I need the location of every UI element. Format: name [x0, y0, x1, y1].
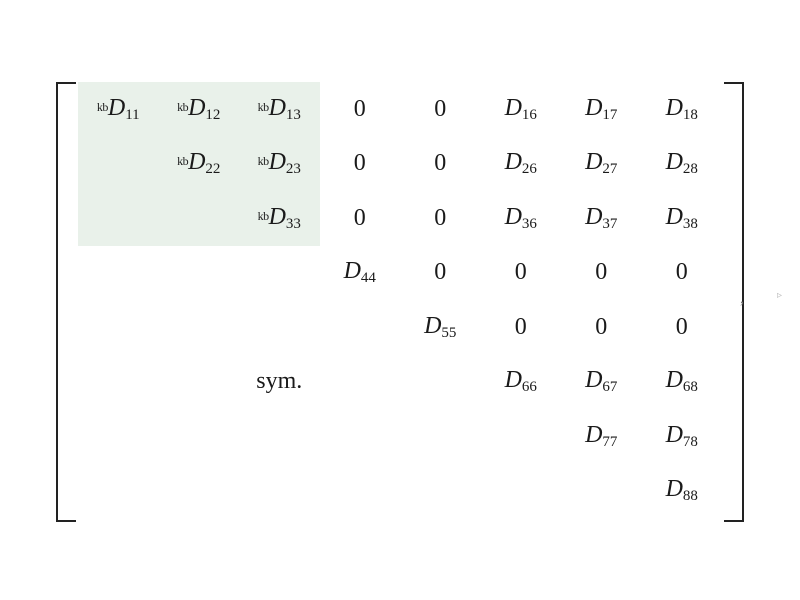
matrix-row: D440000: [78, 246, 722, 301]
matrix-grid: kbD11kbD12kbD1300D16D17D18kbD22kbD2300D2…: [78, 82, 722, 518]
matrix-cell: [400, 355, 481, 410]
matrix-row: D88: [78, 464, 722, 519]
matrix-cell: [78, 355, 159, 410]
matrix-cell: 0: [320, 137, 401, 192]
matrix-cell: D77: [561, 409, 642, 464]
caret-icon: ▹: [777, 290, 782, 301]
matrix-cell: [159, 409, 240, 464]
matrix-cell: D26: [481, 137, 562, 192]
matrix-cell: D27: [561, 137, 642, 192]
matrix-cell: D16: [481, 82, 562, 137]
matrix-cell: D38: [642, 191, 723, 246]
matrix-cell: [320, 409, 401, 464]
matrix-container: kbD11kbD12kbD1300D16D17D18kbD22kbD2300D2…: [78, 82, 722, 518]
matrix-cell: [159, 246, 240, 301]
matrix-cell: [159, 355, 240, 410]
matrix-cell: 0: [400, 137, 481, 192]
matrix-cell: sym.: [239, 355, 320, 410]
matrix-cell: [239, 409, 320, 464]
matrix-row: kbD11kbD12kbD1300D16D17D18: [78, 82, 722, 137]
matrix-cell: D67: [561, 355, 642, 410]
matrix-cell: kbD33: [239, 191, 320, 246]
matrix-cell: [78, 409, 159, 464]
matrix-cell: [239, 246, 320, 301]
left-bracket-icon: [56, 82, 76, 522]
matrix-cell: 0: [642, 246, 723, 301]
matrix-cell: [239, 300, 320, 355]
matrix-cell: D17: [561, 82, 642, 137]
matrix-row: kbD3300D36D37D38: [78, 191, 722, 246]
matrix-cell: 0: [400, 82, 481, 137]
matrix-row: kbD22kbD2300D26D27D28: [78, 137, 722, 192]
matrix-cell: [561, 464, 642, 519]
matrix-cell: D28: [642, 137, 723, 192]
matrix-cell: D18: [642, 82, 723, 137]
matrix-cell: 0: [561, 246, 642, 301]
matrix-row: sym. D66D67D68: [78, 355, 722, 410]
matrix-cell: [159, 300, 240, 355]
matrix-cell: D36: [481, 191, 562, 246]
matrix-cell: D88: [642, 464, 723, 519]
matrix-cell: [78, 300, 159, 355]
matrix-cell: [400, 464, 481, 519]
matrix-cell: 0: [481, 246, 562, 301]
matrix-cell: [400, 409, 481, 464]
matrix-cell: D37: [561, 191, 642, 246]
page: kbD11kbD12kbD1300D16D17D18kbD22kbD2300D2…: [0, 0, 800, 600]
matrix-cell: kbD13: [239, 82, 320, 137]
matrix-cell: kbD12: [159, 82, 240, 137]
matrix-cell: [159, 191, 240, 246]
matrix-cell: 0: [642, 300, 723, 355]
trailing-comma: ,: [740, 290, 744, 308]
matrix-cell: [320, 355, 401, 410]
matrix-cell: 0: [561, 300, 642, 355]
matrix-cell: 0: [320, 191, 401, 246]
matrix-cell: [78, 246, 159, 301]
matrix-cell: [481, 409, 562, 464]
matrix-cell: [239, 464, 320, 519]
matrix-cell: [78, 137, 159, 192]
matrix-cell: 0: [320, 82, 401, 137]
matrix-cell: 0: [400, 191, 481, 246]
matrix-cell: 0: [481, 300, 562, 355]
matrix-cell: D68: [642, 355, 723, 410]
matrix-cell: D78: [642, 409, 723, 464]
matrix-row: D77D78: [78, 409, 722, 464]
matrix-cell: [320, 300, 401, 355]
matrix-cell: kbD11: [78, 82, 159, 137]
matrix-cell: [78, 191, 159, 246]
matrix-cell: D66: [481, 355, 562, 410]
matrix-row: D55000: [78, 300, 722, 355]
matrix-cell: kbD23: [239, 137, 320, 192]
matrix-cell: D44: [320, 246, 401, 301]
matrix-cell: [78, 464, 159, 519]
matrix-cell: 0: [400, 246, 481, 301]
matrix-cell: [320, 464, 401, 519]
matrix-cell: D55: [400, 300, 481, 355]
matrix-cell: [159, 464, 240, 519]
matrix-cell: kbD22: [159, 137, 240, 192]
matrix-cell: [481, 464, 562, 519]
